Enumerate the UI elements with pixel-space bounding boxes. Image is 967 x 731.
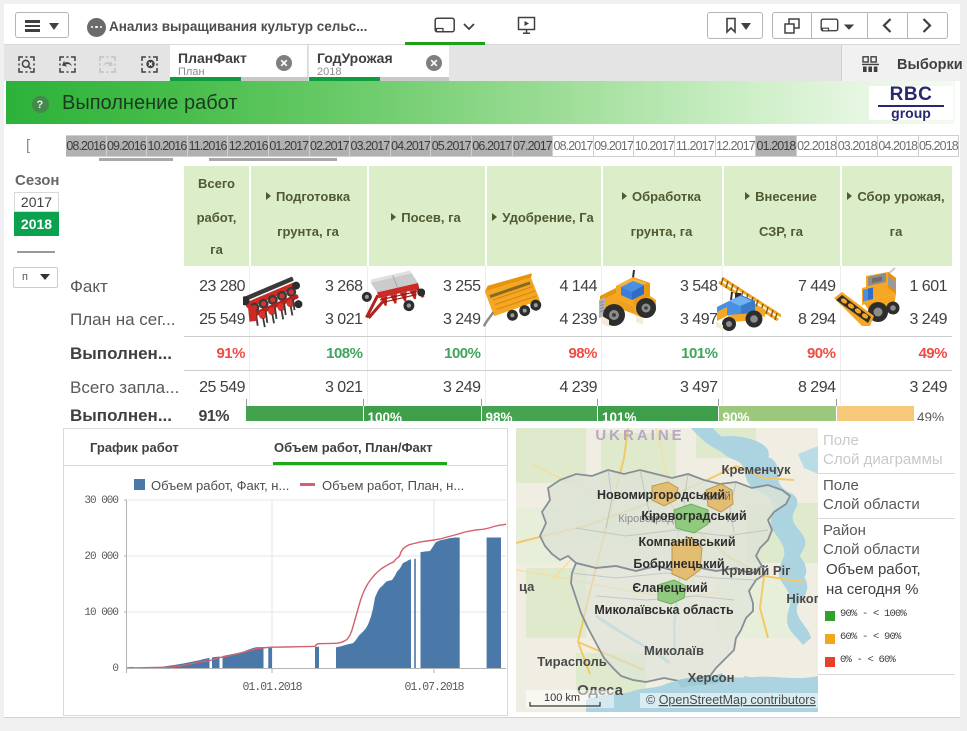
- svg-text:Тирасполь: Тирасполь: [537, 654, 607, 669]
- svg-text:Нікоп: Нікоп: [786, 591, 818, 606]
- svg-text:Бобринецький: Бобринецький: [633, 557, 724, 571]
- svg-text:Херсон: Херсон: [688, 670, 735, 685]
- svg-text:ца: ца: [519, 579, 535, 594]
- svg-text:UKRAINE: UKRAINE: [595, 428, 684, 444]
- svg-text:Миколаїв: Миколаїв: [644, 643, 704, 658]
- svg-text:Єланецький: Єланецький: [632, 581, 707, 595]
- svg-text:Кременчук: Кременчук: [722, 462, 791, 477]
- svg-text:Новомиргородський: Новомиргородський: [597, 488, 725, 502]
- svg-text:Миколаївська область: Миколаївська область: [594, 603, 734, 617]
- svg-text:© OpenStreetMap contributors: © OpenStreetMap contributors: [646, 693, 816, 707]
- svg-text:Кіровоградський: Кіровоградський: [641, 509, 746, 523]
- svg-text:Компаніївський: Компаніївський: [638, 535, 735, 549]
- svg-text:Кривий Ріг: Кривий Ріг: [721, 563, 791, 578]
- svg-text:100 km: 100 km: [544, 692, 580, 704]
